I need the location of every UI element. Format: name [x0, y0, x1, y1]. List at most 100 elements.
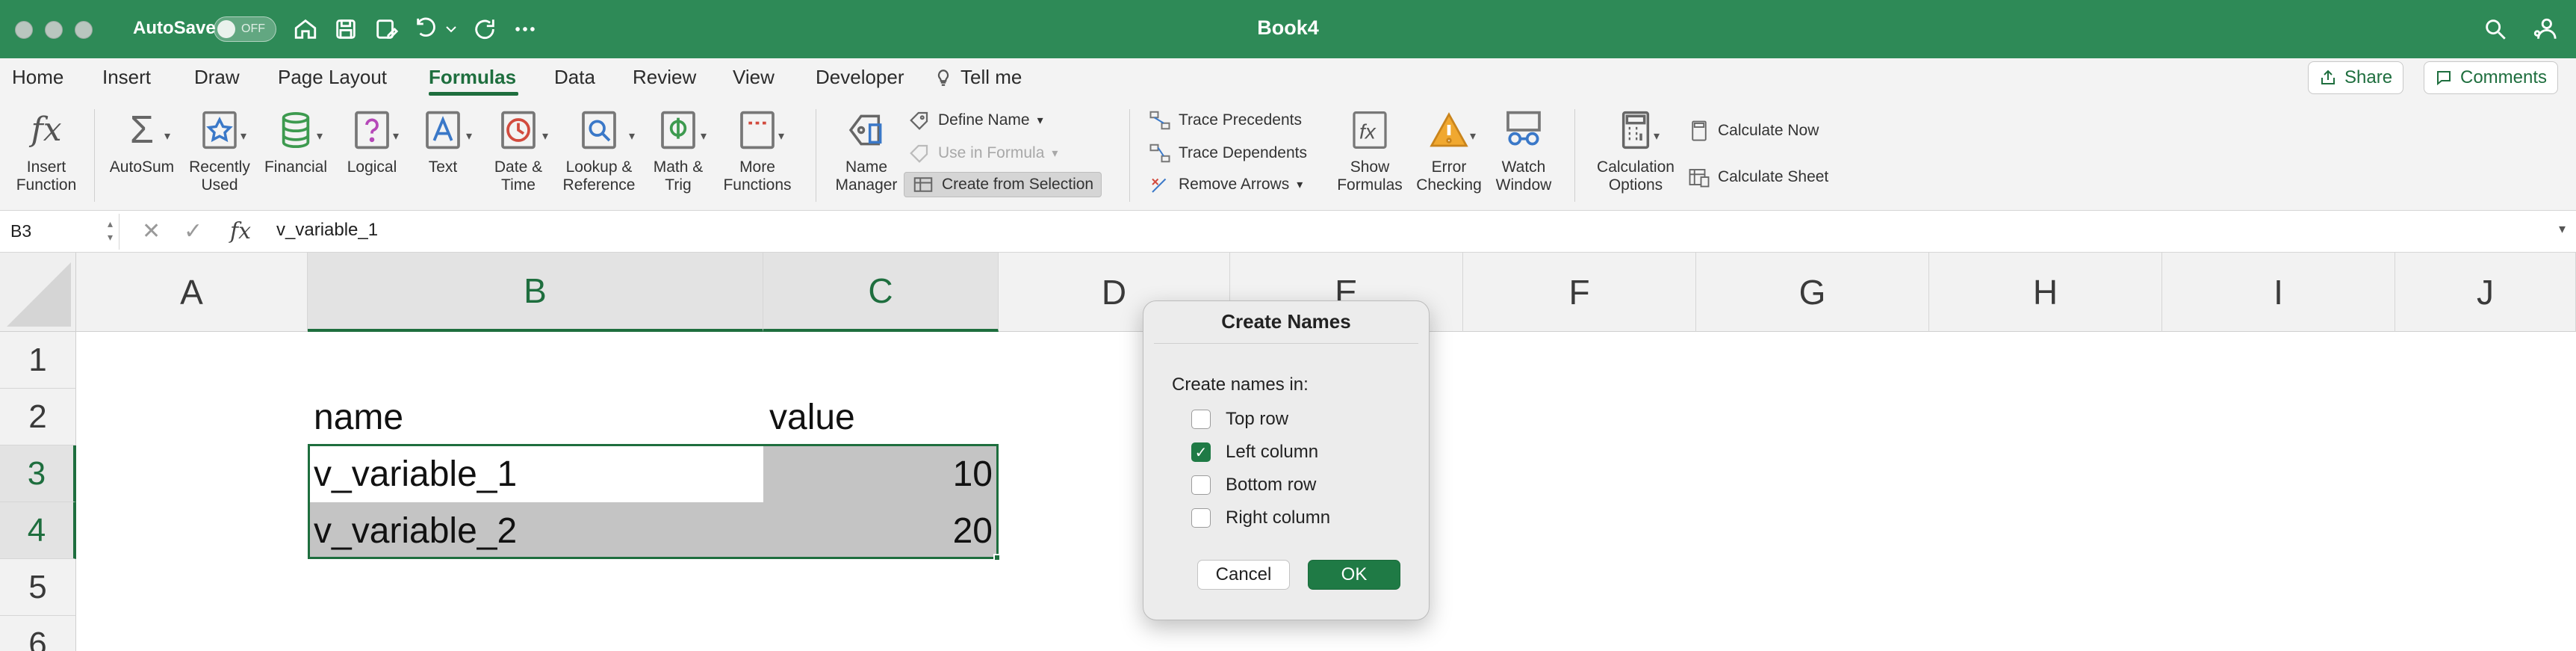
save-icon[interactable]: [330, 13, 361, 45]
tab-page-layout[interactable]: Page Layout: [278, 66, 387, 89]
tab-data[interactable]: Data: [554, 66, 595, 89]
zoom-window-button[interactable]: [75, 21, 93, 39]
minimize-window-button[interactable]: [45, 21, 63, 39]
tab-view[interactable]: View: [733, 66, 775, 89]
tab-developer[interactable]: Developer: [816, 66, 904, 89]
select-all-corner[interactable]: [0, 253, 76, 332]
insert-function-icon[interactable]: fx: [230, 218, 251, 244]
column-header-f[interactable]: F: [1463, 253, 1696, 332]
more-icon[interactable]: [509, 13, 541, 45]
trace-precedents-button[interactable]: Trace Precedents: [1149, 108, 1302, 133]
column-header-j[interactable]: J: [2395, 253, 2576, 332]
name-manager-label-1: Name: [845, 158, 888, 176]
dialog-prompt: Create names in:: [1172, 374, 1309, 395]
calculation-options-button[interactable]: Calculation Options: [1588, 108, 1683, 194]
tab-draw[interactable]: Draw: [194, 66, 240, 89]
comments-button[interactable]: Comments: [2424, 61, 2559, 94]
tag-icon: [910, 111, 928, 130]
tab-review[interactable]: Review: [633, 66, 696, 89]
right-column-checkbox[interactable]: [1191, 508, 1211, 528]
more-functions-button[interactable]: More Functions: [719, 108, 796, 194]
column-header-a[interactable]: A: [76, 253, 308, 332]
fill-handle[interactable]: [993, 554, 1001, 561]
cancel-button[interactable]: Cancel: [1197, 560, 1290, 590]
search-icon[interactable]: [2480, 13, 2511, 45]
insert-function-button[interactable]: fx Insert Function: [10, 108, 82, 194]
option-bottom-row[interactable]: Bottom row: [1191, 475, 1316, 496]
name-manager-button[interactable]: Name Manager: [829, 108, 904, 194]
home-icon[interactable]: [290, 13, 321, 45]
row-header-6[interactable]: 6: [0, 616, 76, 651]
trace-dependents-button[interactable]: Trace Dependents: [1149, 141, 1307, 166]
lookup-label-2: Reference: [562, 176, 636, 194]
logical-label: Logical: [347, 158, 397, 176]
save-as-icon[interactable]: [370, 13, 402, 45]
option-left-column[interactable]: ✓ Left column: [1191, 442, 1318, 463]
column-header-i[interactable]: I: [2162, 253, 2395, 332]
confirm-entry-icon[interactable]: ✓: [184, 218, 202, 244]
error-checking-dropdown-icon[interactable]: ▾: [1470, 129, 1476, 144]
more-functions-dropdown-icon[interactable]: ▾: [778, 129, 784, 144]
redo-icon[interactable]: [469, 13, 500, 45]
undo-icon[interactable]: [411, 13, 442, 45]
recently-used-dropdown-icon[interactable]: ▾: [240, 129, 246, 144]
row-header-2[interactable]: 2: [0, 389, 76, 445]
lookup-reference-button[interactable]: Lookup & Reference: [557, 108, 641, 194]
option-right-column[interactable]: Right column: [1191, 507, 1330, 528]
column-header-c[interactable]: C: [763, 253, 999, 332]
text-label: Text: [428, 158, 458, 176]
ok-button[interactable]: OK: [1308, 560, 1400, 590]
create-from-selection-button[interactable]: Create from Selection: [904, 172, 1102, 197]
account-icon[interactable]: [2529, 13, 2560, 45]
left-column-checkbox[interactable]: ✓: [1191, 442, 1211, 462]
financial-dropdown-icon[interactable]: ▾: [317, 129, 323, 144]
date-time-button[interactable]: Date & Time: [482, 108, 554, 194]
remove-arrows-button[interactable]: Remove Arrows ▾: [1149, 172, 1303, 197]
column-header-b[interactable]: B: [308, 253, 763, 332]
watch-window-button[interactable]: Watch Window: [1486, 108, 1561, 194]
logical-dropdown-icon[interactable]: ▾: [393, 129, 399, 144]
bottom-row-checkbox[interactable]: [1191, 475, 1211, 495]
calculate-now-button[interactable]: Calculate Now: [1688, 118, 1819, 144]
calculator-icon: [1613, 108, 1658, 152]
row-header-5[interactable]: 5: [0, 559, 76, 616]
tab-home[interactable]: Home: [12, 66, 63, 89]
text-dropdown-icon[interactable]: ▾: [466, 129, 472, 144]
undo-dropdown-icon[interactable]: [442, 13, 460, 45]
tab-formulas[interactable]: Formulas: [429, 66, 516, 89]
name-box[interactable]: B3 ▴ ▾: [0, 214, 120, 250]
row-header-1[interactable]: 1: [0, 332, 76, 389]
math-trig-dropdown-icon[interactable]: ▾: [701, 129, 707, 144]
share-button[interactable]: Share: [2308, 61, 2404, 94]
tell-me-search[interactable]: Tell me: [934, 66, 1022, 89]
column-header-h[interactable]: H: [1929, 253, 2162, 332]
lookup-dropdown-icon[interactable]: ▾: [629, 129, 635, 144]
row-header-4[interactable]: 4: [0, 502, 76, 559]
tab-insert[interactable]: Insert: [102, 66, 151, 89]
option-top-row[interactable]: Top row: [1191, 409, 1288, 430]
trace-precedents-label: Trace Precedents: [1179, 111, 1302, 129]
calculate-sheet-button[interactable]: Calculate Sheet: [1688, 164, 1828, 190]
recently-used-button[interactable]: Recently Used: [184, 108, 255, 194]
autosum-dropdown-icon[interactable]: ▾: [164, 129, 170, 144]
expand-formula-bar-icon[interactable]: ▾: [2559, 221, 2566, 237]
trace-dependents-icon: [1149, 144, 1170, 163]
define-name-button[interactable]: Define Name ▾: [908, 108, 1043, 133]
show-formulas-button[interactable]: fx Show Formulas: [1332, 108, 1407, 194]
autosave-toggle[interactable]: OFF: [214, 16, 276, 42]
calculation-options-dropdown-icon[interactable]: ▾: [1654, 129, 1660, 144]
date-time-dropdown-icon[interactable]: ▾: [542, 129, 548, 144]
error-checking-button[interactable]: Error Checking: [1410, 108, 1488, 194]
use-in-formula-button[interactable]: Use in Formula ▾: [908, 141, 1058, 166]
column-header-g[interactable]: G: [1696, 253, 1929, 332]
autosave-label: AutoSave: [133, 18, 216, 38]
formula-input[interactable]: v_variable_1: [276, 220, 378, 241]
top-row-checkbox[interactable]: [1191, 410, 1211, 429]
cell-c2[interactable]: value: [763, 389, 999, 445]
row-header-3[interactable]: 3: [0, 445, 76, 502]
cell-b2[interactable]: name: [308, 389, 763, 445]
cancel-entry-icon[interactable]: ✕: [142, 218, 161, 244]
name-box-spinner-icon[interactable]: ▴ ▾: [108, 217, 113, 244]
close-window-button[interactable]: [15, 21, 33, 39]
math-trig-button[interactable]: Math & Trig: [642, 108, 714, 194]
